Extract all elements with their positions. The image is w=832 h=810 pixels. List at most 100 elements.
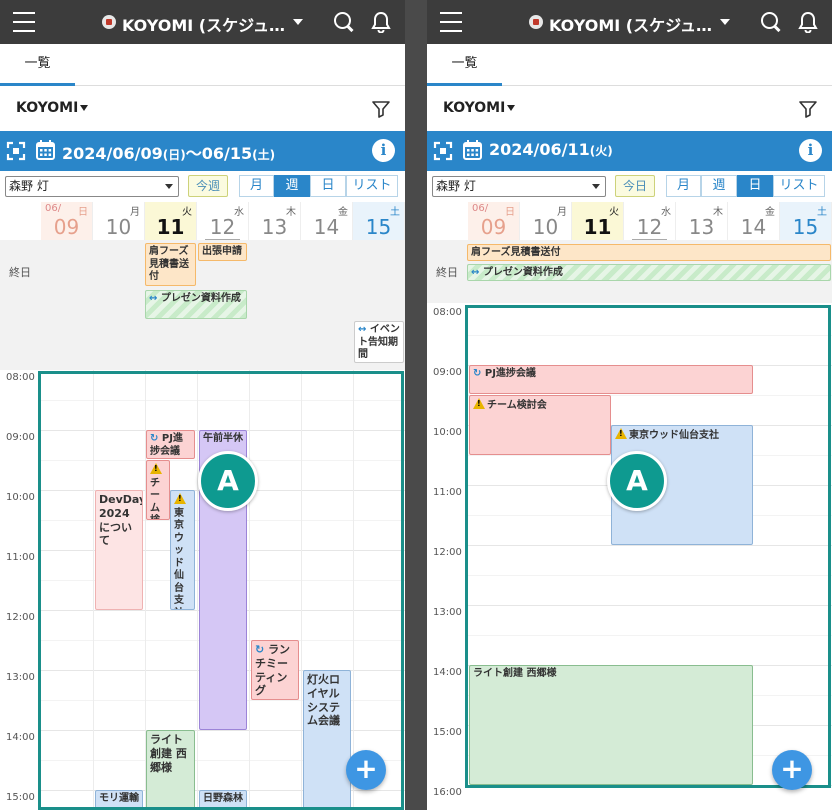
event[interactable]: 肩フーズ見積書送付 [145,243,196,286]
event[interactable]: 東京ウッド仙台支社 [170,490,195,610]
time-grid[interactable]: 08:00 09:00 10:00 11:00 12:00 13:00 14:0… [427,305,832,810]
repeat-icon: ↻ [473,368,482,379]
bell-icon[interactable] [797,11,819,33]
time-label: 12:00 [433,547,462,558]
view-day-button[interactable]: 日 [737,175,773,197]
day-header[interactable]: 金 14 [301,202,353,240]
chevron-down-icon[interactable] [293,19,303,25]
bell-icon[interactable] [370,11,392,33]
event[interactable]: モリ運輸 [95,790,143,810]
view-month-button[interactable]: 月 [239,175,274,197]
event[interactable]: ↔ プレゼン資料作成 [467,264,831,281]
time-label: 15:00 [6,792,35,803]
event[interactable]: ライト創建 西郷様 [469,665,753,785]
calendar-icon[interactable] [36,140,55,160]
add-event-button[interactable]: + [346,750,386,790]
view-month-button[interactable]: 月 [666,175,701,197]
toolbar: 森野 灯 今週 月 週 日 リスト [0,172,405,200]
event[interactable]: チーム検討会 [469,395,611,455]
menu-icon[interactable] [13,12,35,32]
event[interactable]: ↔ イベント告知期間 [354,321,404,363]
view-week-button[interactable]: 週 [701,175,737,197]
this-week-button[interactable]: 今週 [188,175,228,197]
day-header[interactable]: 木 13 [249,202,301,240]
event[interactable]: 肩フーズ見積書送付 [467,244,831,261]
filter-dropdown[interactable]: KOYOMI [443,100,515,116]
event[interactable]: ↻ PJ進捗会議 [146,430,195,459]
day-header-today[interactable]: 火 11 [572,202,624,240]
week-view-panel: KOYOMI (スケジュ… 一覧 KOYOMI 2024/06/09(日)～06… [0,0,405,810]
repeat-icon: ↻ [255,643,265,656]
time-label: 13:00 [6,672,35,683]
filter-icon[interactable] [799,100,817,118]
time-label: 14:00 [433,667,462,678]
day-header[interactable]: 水 12 [197,202,249,243]
view-week-button[interactable]: 週 [274,175,310,197]
add-event-button[interactable]: + [772,750,812,790]
event[interactable]: チーム検討会 [146,460,170,520]
span-icon: ↔ [149,293,158,304]
today-button[interactable]: 今日 [615,175,655,197]
divider [353,370,354,810]
chevron-down-icon[interactable] [720,19,730,25]
week-range: 2024/06/09(日)～06/15(土) [62,144,276,163]
day-header[interactable]: 金 14 [728,202,780,240]
tab-list[interactable]: 一覧 [0,44,75,86]
filter-dropdown[interactable]: KOYOMI [16,100,88,116]
menu-icon[interactable] [440,12,462,32]
divider [468,635,832,636]
event[interactable]: 出張申請 [198,243,247,261]
filter-icon[interactable] [372,100,390,118]
warning-icon [615,428,627,439]
view-list-button[interactable]: リスト [773,175,825,197]
tab-bar: 一覧 [0,44,405,86]
day-header[interactable]: 土 15 [780,202,832,240]
divider [301,370,302,810]
toolbar: 森野 灯 今日 月 週 日 リスト [427,172,832,200]
app-title[interactable]: KOYOMI (スケジュ… [549,12,712,36]
view-day-button[interactable]: 日 [310,175,346,197]
day-header[interactable]: 月 10 [520,202,572,240]
event[interactable]: ↔ プレゼン資料作成 [145,290,247,319]
view-list-button[interactable]: リスト [346,175,398,197]
calendar-icon[interactable] [463,140,482,160]
app-title[interactable]: KOYOMI (スケジュ… [122,12,285,36]
divider [468,575,832,576]
day-header[interactable]: 水 12 [624,202,676,243]
event[interactable]: ↻ ランチミーティング [251,640,299,700]
app-logo-icon [102,15,116,29]
day-header[interactable]: 06/日 09 [41,202,93,240]
day-header[interactable]: 木 13 [676,202,728,240]
user-select[interactable]: 森野 灯 [432,176,606,197]
event[interactable]: 灯火ロイヤル システム会議 [303,670,351,810]
tab-list[interactable]: 一覧 [427,44,502,86]
day-header[interactable]: 土 15 [353,202,405,240]
event[interactable]: ↻ PJ進捗会議 [469,365,753,394]
event[interactable]: DevDays 2024 について [95,490,143,610]
search-icon[interactable] [761,12,781,32]
info-icon[interactable]: i [372,139,395,162]
divider [197,370,198,810]
day-header-today[interactable]: 火 11 [145,202,197,240]
search-icon[interactable] [334,12,354,32]
warning-icon [473,398,485,409]
expand-icon[interactable] [6,141,26,161]
time-label: 13:00 [433,607,462,618]
divider [93,370,94,810]
all-day-label: 終日 [436,266,458,279]
day-header[interactable]: 月 10 [93,202,145,240]
event[interactable]: ライト創建 西郷様 [146,730,195,810]
time-label: 15:00 [433,727,462,738]
time-label: 11:00 [433,487,462,498]
expand-icon[interactable] [433,141,453,161]
divider [249,370,250,810]
info-icon[interactable]: i [799,139,822,162]
warning-icon [150,463,162,474]
all-day-label: 終日 [9,266,31,279]
day-header[interactable]: 06/日 09 [468,202,520,240]
event[interactable]: 日野森林 [199,790,247,810]
all-day-row: 終日 肩フーズ見積書送付 ↔ プレゼン資料作成 [427,240,832,303]
all-day-row: 終日 肩フーズ見積書送付 出張申請 ↔ プレゼン資料作成 ↔ イベント告知期間 [0,240,405,370]
time-grid[interactable]: 08:00 09:00 10:00 11:00 12:00 13:00 14:0… [0,370,405,810]
user-select[interactable]: 森野 灯 [5,176,179,197]
